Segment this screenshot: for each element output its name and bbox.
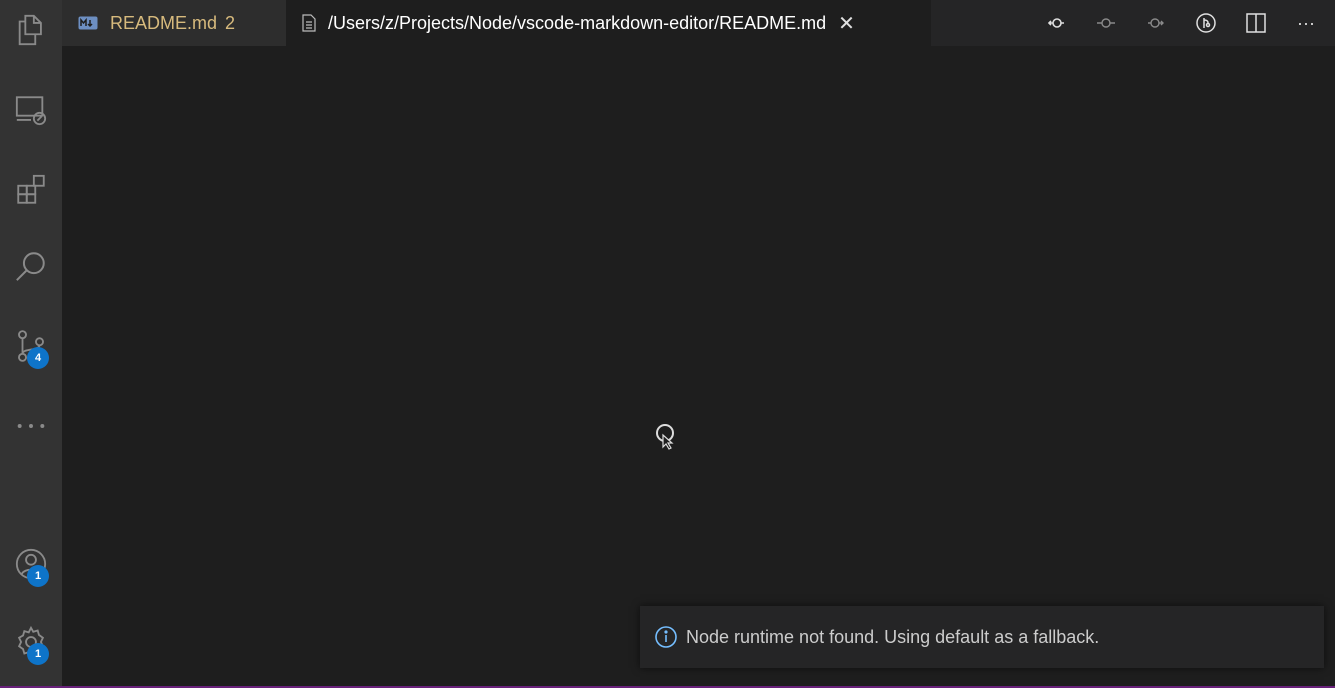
more-views-button[interactable] <box>0 402 62 450</box>
accounts-badge: 1 <box>27 565 49 587</box>
accounts-button[interactable]: 1 <box>0 540 62 588</box>
search-icon <box>16 252 45 281</box>
manage-button[interactable]: 1 <box>0 618 62 666</box>
explorer-button[interactable] <box>0 6 62 54</box>
go-forward-icon <box>1148 18 1164 28</box>
info-icon <box>655 626 677 648</box>
source-control-badge: 4 <box>27 347 49 369</box>
notification-toast: Node runtime not found. Using default as… <box>640 606 1324 668</box>
open-changes-button[interactable] <box>1193 10 1219 36</box>
activity-bar: 4 1 1 <box>0 0 62 688</box>
manage-badge: 1 <box>27 643 49 665</box>
files-icon <box>18 14 42 46</box>
tab-readme-preview[interactable]: README.md 2 <box>62 0 286 46</box>
split-editor-icon <box>1246 13 1266 33</box>
editor-area[interactable] <box>62 46 1335 686</box>
editor-tab-bar: README.md 2 /Users/z/Projects/Node/vscod… <box>62 0 1335 46</box>
search-button[interactable] <box>0 242 62 290</box>
tab-label: README.md <box>110 12 218 33</box>
extensions-button[interactable] <box>0 166 62 214</box>
tab-label: /Users/z/Projects/Node/vscode-markdown-e… <box>328 12 827 33</box>
problem-count: 2 <box>225 12 236 33</box>
timeline-button[interactable] <box>1093 10 1119 36</box>
more-actions-icon: ··· <box>1297 12 1315 33</box>
extensions-icon <box>17 174 45 204</box>
timeline-icon <box>1097 18 1115 28</box>
split-editor-button[interactable] <box>1243 10 1269 36</box>
go-forward-button[interactable] <box>1143 10 1169 36</box>
source-control-button[interactable]: 4 <box>0 322 62 370</box>
more-actions-button[interactable]: ··· <box>1293 10 1319 36</box>
loading-cursor-icon <box>656 424 674 450</box>
notification-message: Node runtime not found. Using default as… <box>686 626 1100 647</box>
ellipsis-icon <box>17 424 45 428</box>
tab-readme-file[interactable]: /Users/z/Projects/Node/vscode-markdown-e… <box>286 0 931 46</box>
remote-explorer-button[interactable] <box>0 86 62 134</box>
go-back-icon <box>1047 18 1064 28</box>
go-back-button[interactable] <box>1043 10 1069 36</box>
open-changes-icon <box>1196 13 1216 33</box>
markdown-icon <box>78 16 98 30</box>
close-tab-button[interactable]: ✕ <box>838 11 855 36</box>
file-icon <box>302 14 316 32</box>
editor-toolbar: ··· <box>1043 0 1319 46</box>
remote-explorer-icon <box>15 96 47 126</box>
